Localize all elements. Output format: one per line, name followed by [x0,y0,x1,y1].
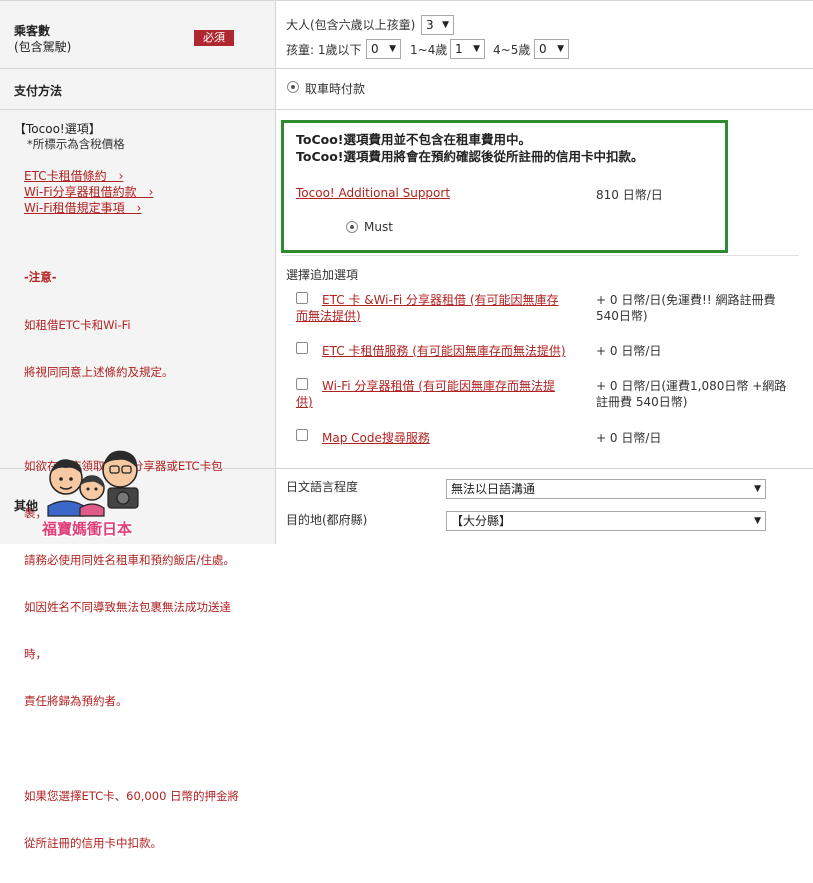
addon-etc-line1[interactable]: ETC 卡租借服務 (有可能因無庫存而無法提供) [322,343,566,359]
chevron-down-icon: ▼ [389,44,396,54]
watermark-text: 福寶媽衝日本 [42,520,133,538]
addon-etc-wifi-line1[interactable]: ETC 卡 &Wi-Fi 分享器租借 (有可能因無庫存 [322,292,559,308]
japanese-level-label: 日文語言程度 [286,480,359,494]
must-label: Must [364,220,393,234]
addon-etc-wifi-price2: 540日幣) [596,309,648,323]
watermark-logo: 福寶媽衝日本 [36,444,162,544]
notice-line: 請務必使用同姓名租車和預約飯店/住處。 [24,553,235,568]
child-under1-value: 0 [371,42,379,56]
addon-mapcode-line1[interactable]: Map Code搜尋服務 [322,430,430,446]
must-radio[interactable] [346,221,358,233]
etc-terms-link[interactable]: ETC卡租借條約 › [24,167,123,184]
row-divider [0,68,813,69]
passengers-sublabel: (包含駕駛) [14,40,72,54]
notice-line: 時， [24,647,47,662]
addons-heading: 選擇追加選項 [286,268,359,282]
addon-wifi-line2[interactable]: 供) [296,394,313,410]
japanese-level-value: 無法以日語溝通 [451,482,536,496]
children-label: 孩童: 1歲以下 [286,43,362,57]
chevron-down-icon: ▼ [442,20,449,30]
addon-wifi-line1[interactable]: Wi-Fi 分享器租借 (有可能因無庫存而無法提 [322,378,555,394]
adults-label: 大人(包含六歲以上孩童) [286,18,416,32]
destination-value: 【大分縣】 [451,514,512,528]
addon-etc-wifi-price1: + 0 日幣/日(免運費!! 網路註冊費 [596,293,776,307]
adults-select-value: 3 [426,18,434,32]
child-4to5-value: 0 [539,42,547,56]
row-divider [0,109,813,110]
child-under1-select[interactable]: 0 ▼ [366,39,401,59]
addon-checkbox-etc[interactable] [296,342,308,354]
chevron-down-icon: ▼ [754,516,761,526]
notice-line [24,741,239,757]
notice-line: 如租借ETC卡和Wi-Fi [24,317,131,332]
notice-line: 責任將歸為預約者。 [24,694,128,709]
japanese-level-select[interactable]: 無法以日語溝通 ▼ [446,479,766,499]
addon-checkbox-wifi[interactable] [296,378,308,390]
section-divider [282,255,799,256]
notice-line: 從所註冊的信用卡中扣款。 [24,835,162,850]
destination-select[interactable]: 【大分縣】 ▼ [446,511,766,531]
payment-radio[interactable] [287,81,299,93]
notice-text: -注意- 如租借ETC卡和Wi-Fi 將視同同意上述條約及規定。 如欲在飯店領取… [24,239,239,883]
child-1to4-label: 1~4歲 [410,43,448,57]
child-1to4-value: 1 [455,42,463,56]
addon-checkbox-mapcode[interactable] [296,429,308,441]
other-label: 其他 [14,499,39,513]
tocoo-subtitle: *所標示為含稅價格 [27,137,125,151]
destination-label: 目的地(都府縣) [286,513,368,527]
notice-line: 如因姓名不同導致無法包裹無法成功送達 [24,600,231,615]
notice-line: -注意- [24,270,57,285]
addon-etc-price1: + 0 日幣/日 [596,344,662,358]
additional-support-link[interactable]: Tocoo! Additional Support [296,186,450,200]
notice-line: 將視同同意上述條約及規定。 [24,364,174,379]
chevron-down-icon: ▼ [754,484,761,494]
booking-form: 乘客數 (包含駕駛) 必須 大人(包含六歲以上孩童) 3 ▼ 孩童: 1歲以下 … [0,0,813,850]
addon-checkbox-etc-wifi[interactable] [296,292,308,304]
addon-etc-wifi-line2[interactable]: 而無法提供) [296,308,361,324]
payment-label: 支付方法 [14,84,63,98]
adults-select[interactable]: 3 ▼ [421,15,454,35]
notice-box-line2: ToCoo!選項費用將會在預約確認後從所註冊的信用卡中扣款。 [296,149,644,164]
required-badge: 必須 [194,30,234,46]
passengers-label: 乘客數 [14,24,51,38]
notice-line [24,412,239,428]
payment-option-label: 取車時付款 [305,82,366,96]
wifi-terms-link[interactable]: Wi-Fi分享器租借約款 › [24,183,153,200]
addon-mapcode-price1: + 0 日幣/日 [596,431,662,445]
child-4to5-select[interactable]: 0 ▼ [534,39,569,59]
child-4to5-label: 4~5歲 [493,43,531,57]
tocoo-title: 【Tocoo!選項】 [14,122,101,136]
chevron-down-icon: ▼ [557,44,564,54]
addon-wifi-price2: 註冊費 540日幣) [596,395,688,409]
notice-line: 如果您選擇ETC卡、60,000 日幣的押金將 [24,788,240,803]
wifi-rules-link[interactable]: Wi-Fi租借規定事項 › [24,199,141,216]
chevron-down-icon: ▼ [473,44,480,54]
additional-support-price: 810 日幣/日 [596,188,663,202]
addon-wifi-price1: + 0 日幣/日(運費1,080日幣 +網路 [596,379,787,393]
child-1to4-select[interactable]: 1 ▼ [450,39,485,59]
